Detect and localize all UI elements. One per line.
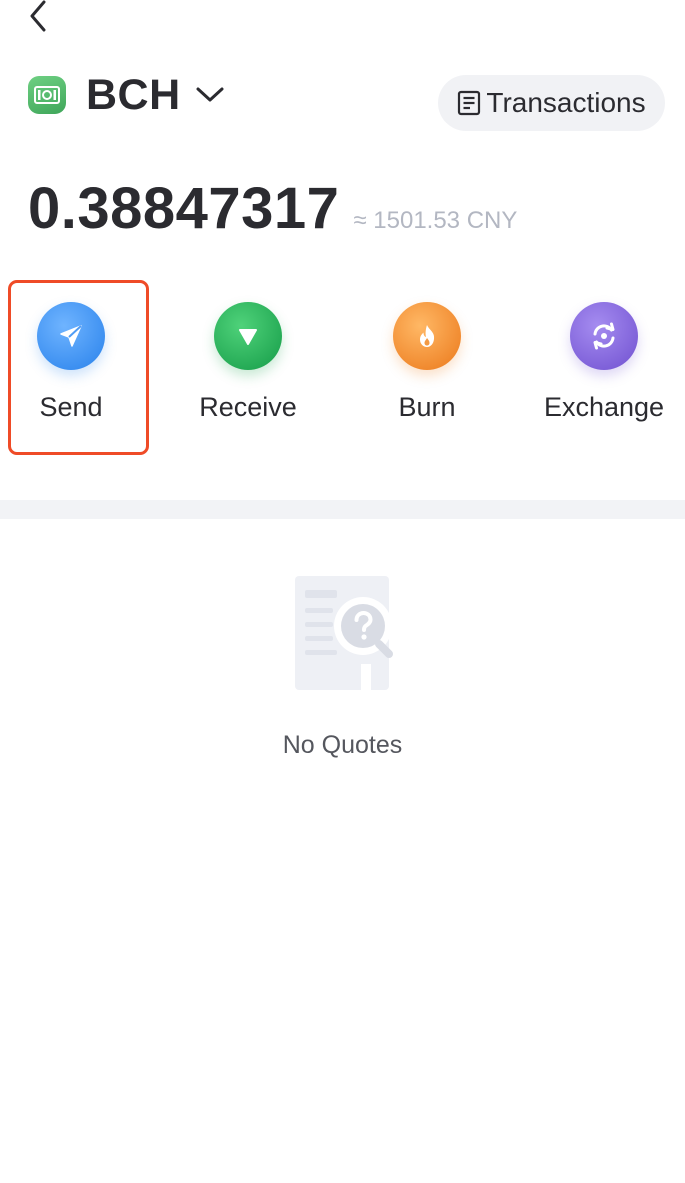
refresh-icon — [570, 302, 638, 370]
chevron-down-icon — [195, 86, 225, 104]
bch-coin-icon — [28, 76, 66, 114]
transactions-label: Transactions — [486, 87, 646, 118]
document-list-icon — [458, 90, 481, 116]
burn-button[interactable]: Burn — [352, 280, 502, 458]
balance-row: 0.38847317 ≈ 1501.53 CNY — [28, 175, 517, 245]
no-results-document-icon — [294, 576, 393, 690]
arrow-down-icon — [214, 302, 282, 370]
no-quotes-text: No Quotes — [282, 731, 403, 759]
quotes-empty-state: No Quotes — [0, 570, 685, 770]
section-divider — [0, 500, 685, 519]
receive-label: Receive — [199, 392, 297, 422]
coin-selector[interactable]: BCH — [28, 70, 225, 120]
exchange-button[interactable]: Exchange — [529, 280, 679, 458]
exchange-label: Exchange — [543, 392, 665, 422]
paper-plane-icon — [37, 302, 105, 370]
back-button[interactable] — [18, 0, 58, 36]
receive-button[interactable]: Receive — [173, 280, 323, 458]
balance-amount: 0.38847317 — [28, 176, 340, 241]
transactions-button[interactable]: Transactions — [438, 75, 665, 131]
burn-label: Burn — [398, 392, 456, 422]
chevron-left-icon — [30, 0, 46, 32]
action-bar: Send Receive Burn Exchange — [0, 280, 685, 460]
header: BCH Transactions — [0, 60, 685, 140]
send-label: Send — [39, 392, 103, 422]
send-button[interactable]: Send — [0, 280, 146, 458]
coin-symbol: BCH — [86, 70, 181, 119]
fiat-value: ≈ 1501.53 CNY — [353, 207, 518, 234]
flame-icon — [393, 302, 461, 370]
